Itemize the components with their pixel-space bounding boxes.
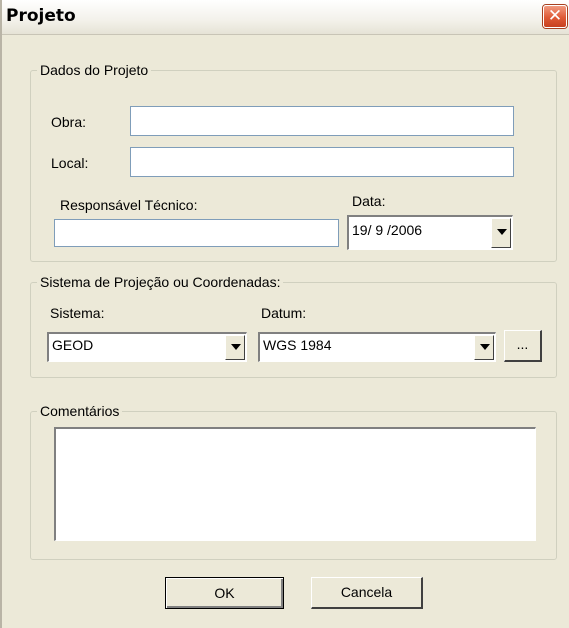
obra-input[interactable] <box>130 106 514 136</box>
ok-button[interactable]: OK <box>165 577 284 609</box>
chevron-down-icon <box>480 344 490 350</box>
sistema-de-projecao-group: Sistema de Projeção ou Coordenadas: <box>30 274 557 378</box>
datum-label: Datum: <box>261 305 307 321</box>
chevron-down-icon <box>231 344 241 350</box>
ok-label: OK <box>214 585 235 601</box>
sistema-dropdown-button[interactable] <box>225 335 245 360</box>
data-value: 19/ 9 /2006 <box>352 222 423 238</box>
datum-select[interactable]: WGS 1984 <box>258 332 496 362</box>
comentarios-legend: Comentários <box>40 403 120 419</box>
sistema-de-projecao-legend: Sistema de Projeção ou Coordenadas: <box>40 274 281 290</box>
local-label: Local: <box>51 155 89 171</box>
cancel-button[interactable]: Cancela <box>311 577 423 609</box>
date-dropdown-button[interactable] <box>491 218 511 248</box>
data-date-picker[interactable]: 19/ 9 /2006 <box>347 215 513 250</box>
ellipsis-label: ... <box>516 336 529 352</box>
dados-do-projeto-legend: Dados do Projeto <box>40 62 149 78</box>
window-title: Projeto <box>6 6 76 26</box>
datum-browse-button[interactable]: ... <box>504 330 542 362</box>
chevron-down-icon <box>497 229 507 235</box>
datum-dropdown-button[interactable] <box>474 335 494 360</box>
comentarios-textarea[interactable] <box>54 427 536 541</box>
close-button[interactable]: ✕ <box>543 5 567 28</box>
projeto-dialog: Projeto ✕ Dados do Projeto Obra: Local: … <box>0 0 569 628</box>
obra-label: Obra: <box>51 114 87 130</box>
sistema-label: Sistema: <box>50 305 105 321</box>
datum-value: WGS 1984 <box>263 337 332 353</box>
responsavel-tecnico-label: Responsável Técnico: <box>60 197 198 213</box>
responsavel-tecnico-input[interactable] <box>54 219 339 247</box>
sistema-value: GEOD <box>52 337 94 353</box>
data-label: Data: <box>352 193 386 209</box>
cancel-label: Cancela <box>340 584 393 600</box>
title-bar[interactable]: Projeto ✕ <box>2 0 569 35</box>
close-icon: ✕ <box>547 6 563 26</box>
sistema-select[interactable]: GEOD <box>47 332 247 362</box>
local-input[interactable] <box>130 147 514 177</box>
